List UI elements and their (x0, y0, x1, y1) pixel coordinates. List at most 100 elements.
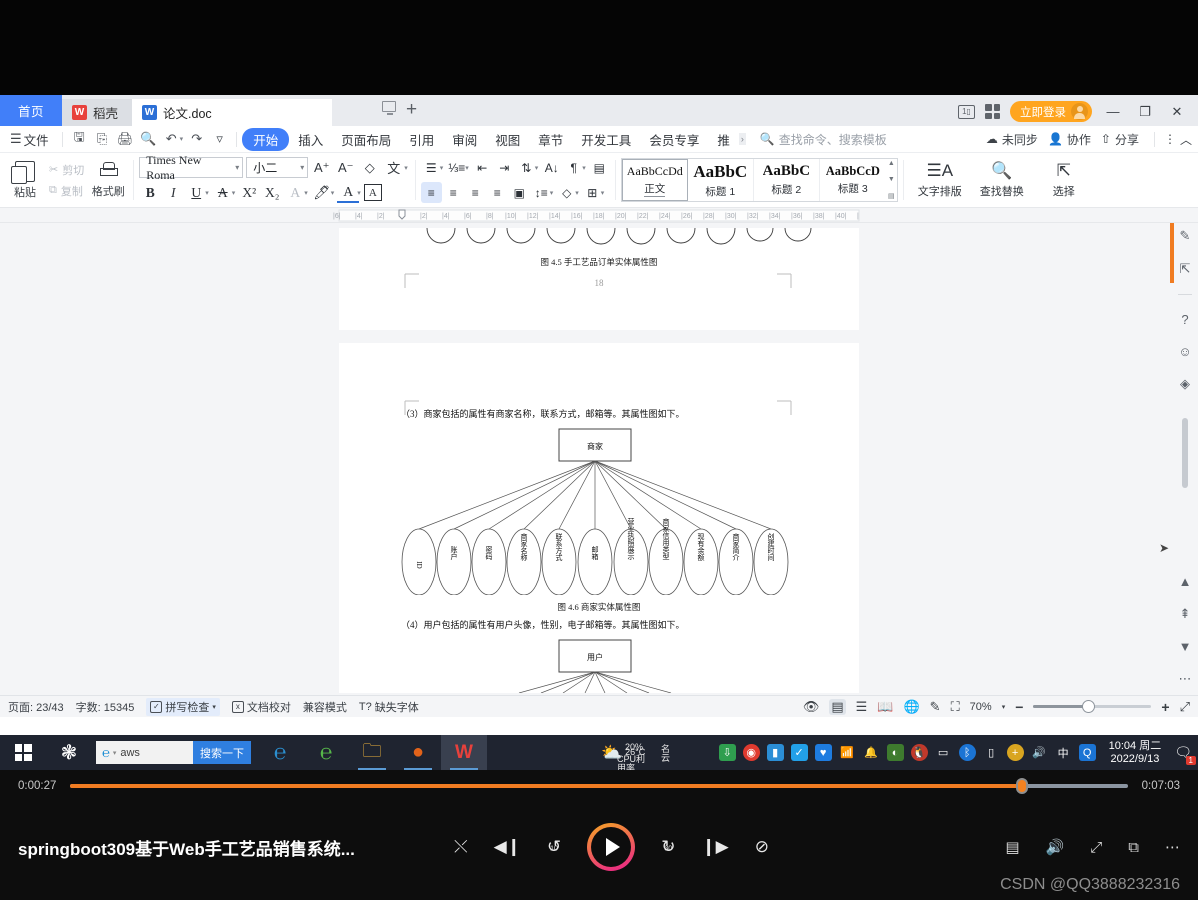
battery-icon[interactable]: ▭ (935, 744, 952, 761)
notification-center-button[interactable]: 🗨 1 (1174, 744, 1196, 765)
doc-proof-button[interactable]: x 文档校对 (231, 699, 291, 715)
align-right-icon[interactable]: ≡ (465, 182, 486, 203)
taskbar-app-explorer[interactable]: 🗀 (349, 735, 395, 770)
style-normal[interactable]: AaBbCcDd 正文 (621, 159, 688, 201)
sort-az-icon[interactable]: A↓ (541, 157, 562, 178)
zoom-in-button[interactable]: + (1161, 699, 1169, 715)
find-replace-button[interactable]: 🔍 查找替换 (971, 161, 1033, 199)
grow-font-icon[interactable]: A⁺ (311, 157, 332, 178)
volume-icon[interactable]: 🔊 (1031, 744, 1048, 761)
underline-button[interactable]: U (185, 182, 207, 203)
tab-insert[interactable]: 插入 (289, 130, 332, 149)
edit-view-icon[interactable]: ✎ (930, 699, 941, 715)
save-as-icon[interactable]: ⎘ (91, 131, 114, 147)
chevron-down-icon[interactable]: ▾ (465, 164, 469, 172)
tab-references[interactable]: 引用 (400, 130, 443, 149)
download-icon[interactable]: ⇩ (718, 744, 736, 761)
style-heading-1[interactable]: AaBbC 标题 1 (688, 159, 754, 201)
font-size-input[interactable]: 小二 ▾ (246, 157, 309, 178)
subscript-button[interactable]: X₂ (261, 182, 283, 203)
bell-icon[interactable]: 🔔 (863, 744, 880, 761)
tab-start[interactable]: 开始 (242, 127, 290, 151)
previous-icon[interactable]: ◀❙ (494, 837, 521, 857)
clear-format-icon[interactable]: ◇ (359, 157, 380, 178)
text-layout-button[interactable]: ☰A 文字排版 (909, 161, 971, 199)
qq-browser-icon[interactable]: Q (1078, 744, 1096, 761)
customize-toolbar-icon[interactable]: ▿ (208, 131, 231, 147)
page-indicator[interactable]: 页面: 23/43 (8, 699, 64, 715)
new-tab-button[interactable]: + (406, 99, 417, 121)
pinyin-guide-icon[interactable]: 文 (383, 157, 404, 178)
text-box-icon[interactable]: A (363, 184, 382, 201)
chevron-down-icon[interactable]: ▾ (582, 164, 586, 172)
page-view-icon[interactable]: ▤ (829, 698, 846, 715)
fit-page-icon[interactable]: ⛶ (951, 699, 960, 715)
word-count[interactable]: 字数: 15345 (76, 699, 135, 715)
chevron-down-icon[interactable]: ▾ (440, 164, 444, 172)
search-submit-button[interactable]: 搜索一下 (193, 741, 251, 764)
chevron-down-icon[interactable]: ▾ (357, 189, 361, 197)
spell-check-button[interactable]: ✓ 拼写检查 ▾ (146, 697, 220, 716)
taskbar-app-360browser[interactable]: ℮ (303, 735, 349, 770)
chevron-down-icon[interactable]: ▾ (304, 189, 308, 197)
play-button[interactable] (587, 823, 636, 871)
zoom-slider-knob[interactable] (1082, 700, 1096, 713)
scrollbar-thumb[interactable] (1182, 418, 1188, 488)
align-left-icon[interactable]: ≡ (420, 182, 442, 203)
hamburger-icon[interactable]: ☰ (0, 131, 24, 147)
char-border-icon[interactable]: A (284, 182, 306, 203)
tim-icon[interactable]: ✓ (790, 744, 808, 761)
reading-view-icon[interactable]: 📖 (877, 699, 893, 715)
font-color-icon[interactable]: A (337, 182, 360, 203)
copy-button[interactable]: ⧉ 复制 (49, 183, 84, 199)
chevron-down-icon[interactable]: ▾ (575, 189, 579, 197)
taskbar-app-wps[interactable]: W (441, 735, 487, 770)
sort-icon[interactable]: ⇅ (516, 157, 537, 178)
more-options-icon[interactable]: ⋮ (1164, 132, 1176, 146)
scroll-up-icon[interactable]: ▲ (888, 160, 895, 167)
update-icon[interactable]: + (1006, 744, 1024, 761)
expand-gallery-icon[interactable]: ▤ (888, 192, 895, 200)
close-button[interactable]: ✕ (1166, 104, 1188, 120)
restore-button[interactable]: ❐ (1134, 104, 1156, 120)
horizontal-ruler[interactable]: |6| |4| |2| |2| |4| |6| |8| |10| |12| |14| |16|… (0, 208, 1198, 223)
italic-button[interactable]: I (162, 182, 184, 203)
shading-icon[interactable]: ◇ (556, 182, 577, 203)
start-button[interactable] (0, 744, 46, 761)
font-name-input[interactable]: Times New Roma ▾ (139, 153, 244, 182)
tab-overflow-icon[interactable]: › (738, 133, 746, 145)
no-repeat-icon[interactable]: ⊘ (755, 837, 769, 857)
volume-icon[interactable]: 🔊 (1046, 838, 1065, 856)
scroll-down-icon[interactable]: ▼ (888, 176, 895, 183)
highlight-icon[interactable]: 🖊 (311, 182, 333, 203)
taskbar-search-box[interactable]: ℮ ▾ aws 搜索一下 (96, 741, 251, 764)
tab-view[interactable]: 视图 (486, 130, 529, 149)
borders-icon[interactable]: ⊞ (582, 182, 603, 203)
subtitles-icon[interactable]: ▤ (1005, 838, 1019, 856)
chevron-down-icon[interactable]: ▾ (205, 189, 209, 197)
more-icon[interactable]: ⋯ (1165, 838, 1180, 856)
tencent-icon[interactable]: ♥ (814, 744, 832, 761)
line-spacing-icon[interactable]: ↕≡ (531, 182, 552, 203)
share-label[interactable]: 分享 (1115, 131, 1139, 148)
progress-bar[interactable] (70, 778, 1128, 794)
shrink-font-icon[interactable]: A⁻ (335, 157, 356, 178)
ime-icon[interactable]: 中 (1055, 744, 1072, 761)
weather-widget[interactable]: ⛅ 26°C 20% CPU利用率 名云 (597, 742, 670, 773)
bullet-list-icon[interactable]: ☰ (421, 157, 442, 178)
cortana-icon[interactable]: ❃ (46, 735, 92, 770)
chevron-down-icon[interactable]: ▾ (1002, 703, 1006, 711)
chevron-down-icon[interactable]: ▾ (331, 189, 335, 197)
360-safe-icon[interactable]: ◉ (742, 744, 760, 761)
chevron-down-icon[interactable]: ▾ (232, 189, 236, 197)
numbered-list-icon[interactable]: ⅓≡ (446, 157, 467, 178)
compat-mode-label[interactable]: 兼容模式 (303, 699, 347, 715)
search-input[interactable]: aws (116, 747, 193, 759)
tab-recommend[interactable]: 推 (708, 130, 739, 149)
show-marks-icon[interactable]: ¶ (563, 157, 584, 178)
taskbar-clock[interactable]: 10:04 周二 2022/9/13 (1103, 740, 1168, 765)
cut-button[interactable]: ✂ 剪切 (49, 162, 84, 178)
style-heading-2[interactable]: AaBbC 标题 2 (754, 159, 820, 201)
presentation-monitor-icon[interactable] (382, 101, 396, 115)
expand-icon[interactable]: ⤢ (1090, 839, 1102, 856)
